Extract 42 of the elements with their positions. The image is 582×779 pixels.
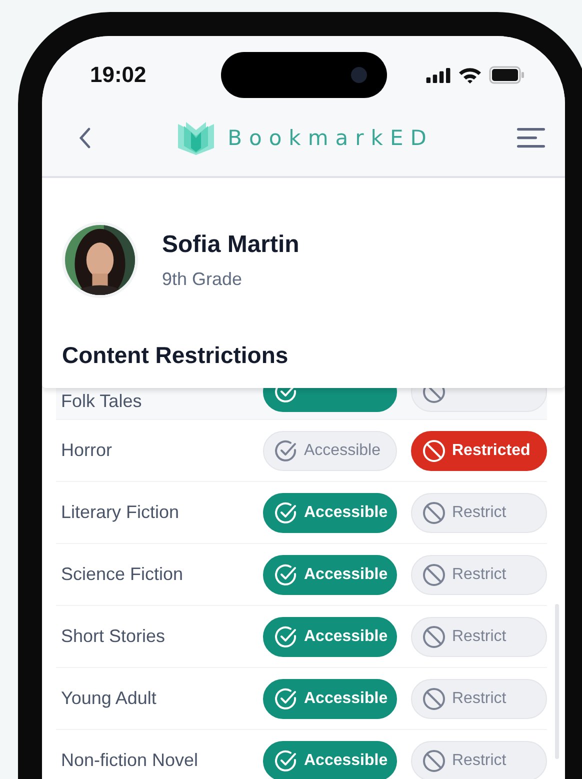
accessible-button[interactable]: Accessible (263, 430, 397, 470)
accessible-button[interactable]: Accessible (263, 678, 397, 718)
no-entry-icon (422, 562, 446, 586)
genre-name: Horror (61, 440, 114, 461)
genre-name: Short Stories (61, 626, 166, 647)
section-title: Content Restrictions (62, 342, 290, 369)
accessible-button[interactable]: Accessible (263, 492, 397, 532)
check-circle-icon (274, 438, 298, 462)
restrict-button[interactable]: Restrict (411, 492, 547, 532)
check-circle-icon (274, 686, 298, 710)
restrict-button[interactable]: Restrict (411, 740, 547, 779)
brand-name: BookmarkED (228, 126, 434, 150)
battery-icon (489, 66, 525, 84)
check-circle-icon (274, 562, 298, 586)
restrict-button[interactable]: Restricted (411, 430, 547, 470)
back-icon[interactable] (78, 126, 92, 150)
restrict-button[interactable]: Restrict (411, 616, 547, 656)
restrict-button[interactable]: Restrict (411, 678, 547, 718)
student-grade: 9th Grade (162, 268, 244, 290)
no-entry-icon (422, 500, 446, 524)
no-entry-icon (422, 686, 446, 710)
signal-icon (426, 68, 451, 82)
restrict-button[interactable]: Restrict (411, 554, 547, 594)
student-name: Sofia Martin (162, 230, 300, 258)
no-entry-icon (422, 438, 446, 462)
menu-icon[interactable] (516, 128, 545, 148)
accessible-button[interactable]: Accessible (263, 740, 397, 779)
no-entry-icon (422, 748, 446, 772)
genre-name: Literary Fiction (61, 502, 180, 523)
no-entry-icon (422, 624, 446, 648)
accessible-button[interactable]: Accessible (263, 616, 397, 656)
genre-name: Non-fiction Novel (61, 750, 200, 771)
book-logo-icon (176, 120, 216, 156)
check-circle-icon (274, 748, 298, 772)
check-circle-icon (274, 500, 298, 524)
genre-name: Folk Tales (61, 392, 143, 414)
check-circle-icon (274, 624, 298, 648)
wifi-icon (458, 66, 482, 84)
genre-name: Science Fiction (61, 564, 184, 585)
genre-name: Young Adult (61, 688, 158, 709)
clock-time: 19:02 (90, 62, 146, 88)
accessible-button[interactable]: Accessible (263, 554, 397, 594)
